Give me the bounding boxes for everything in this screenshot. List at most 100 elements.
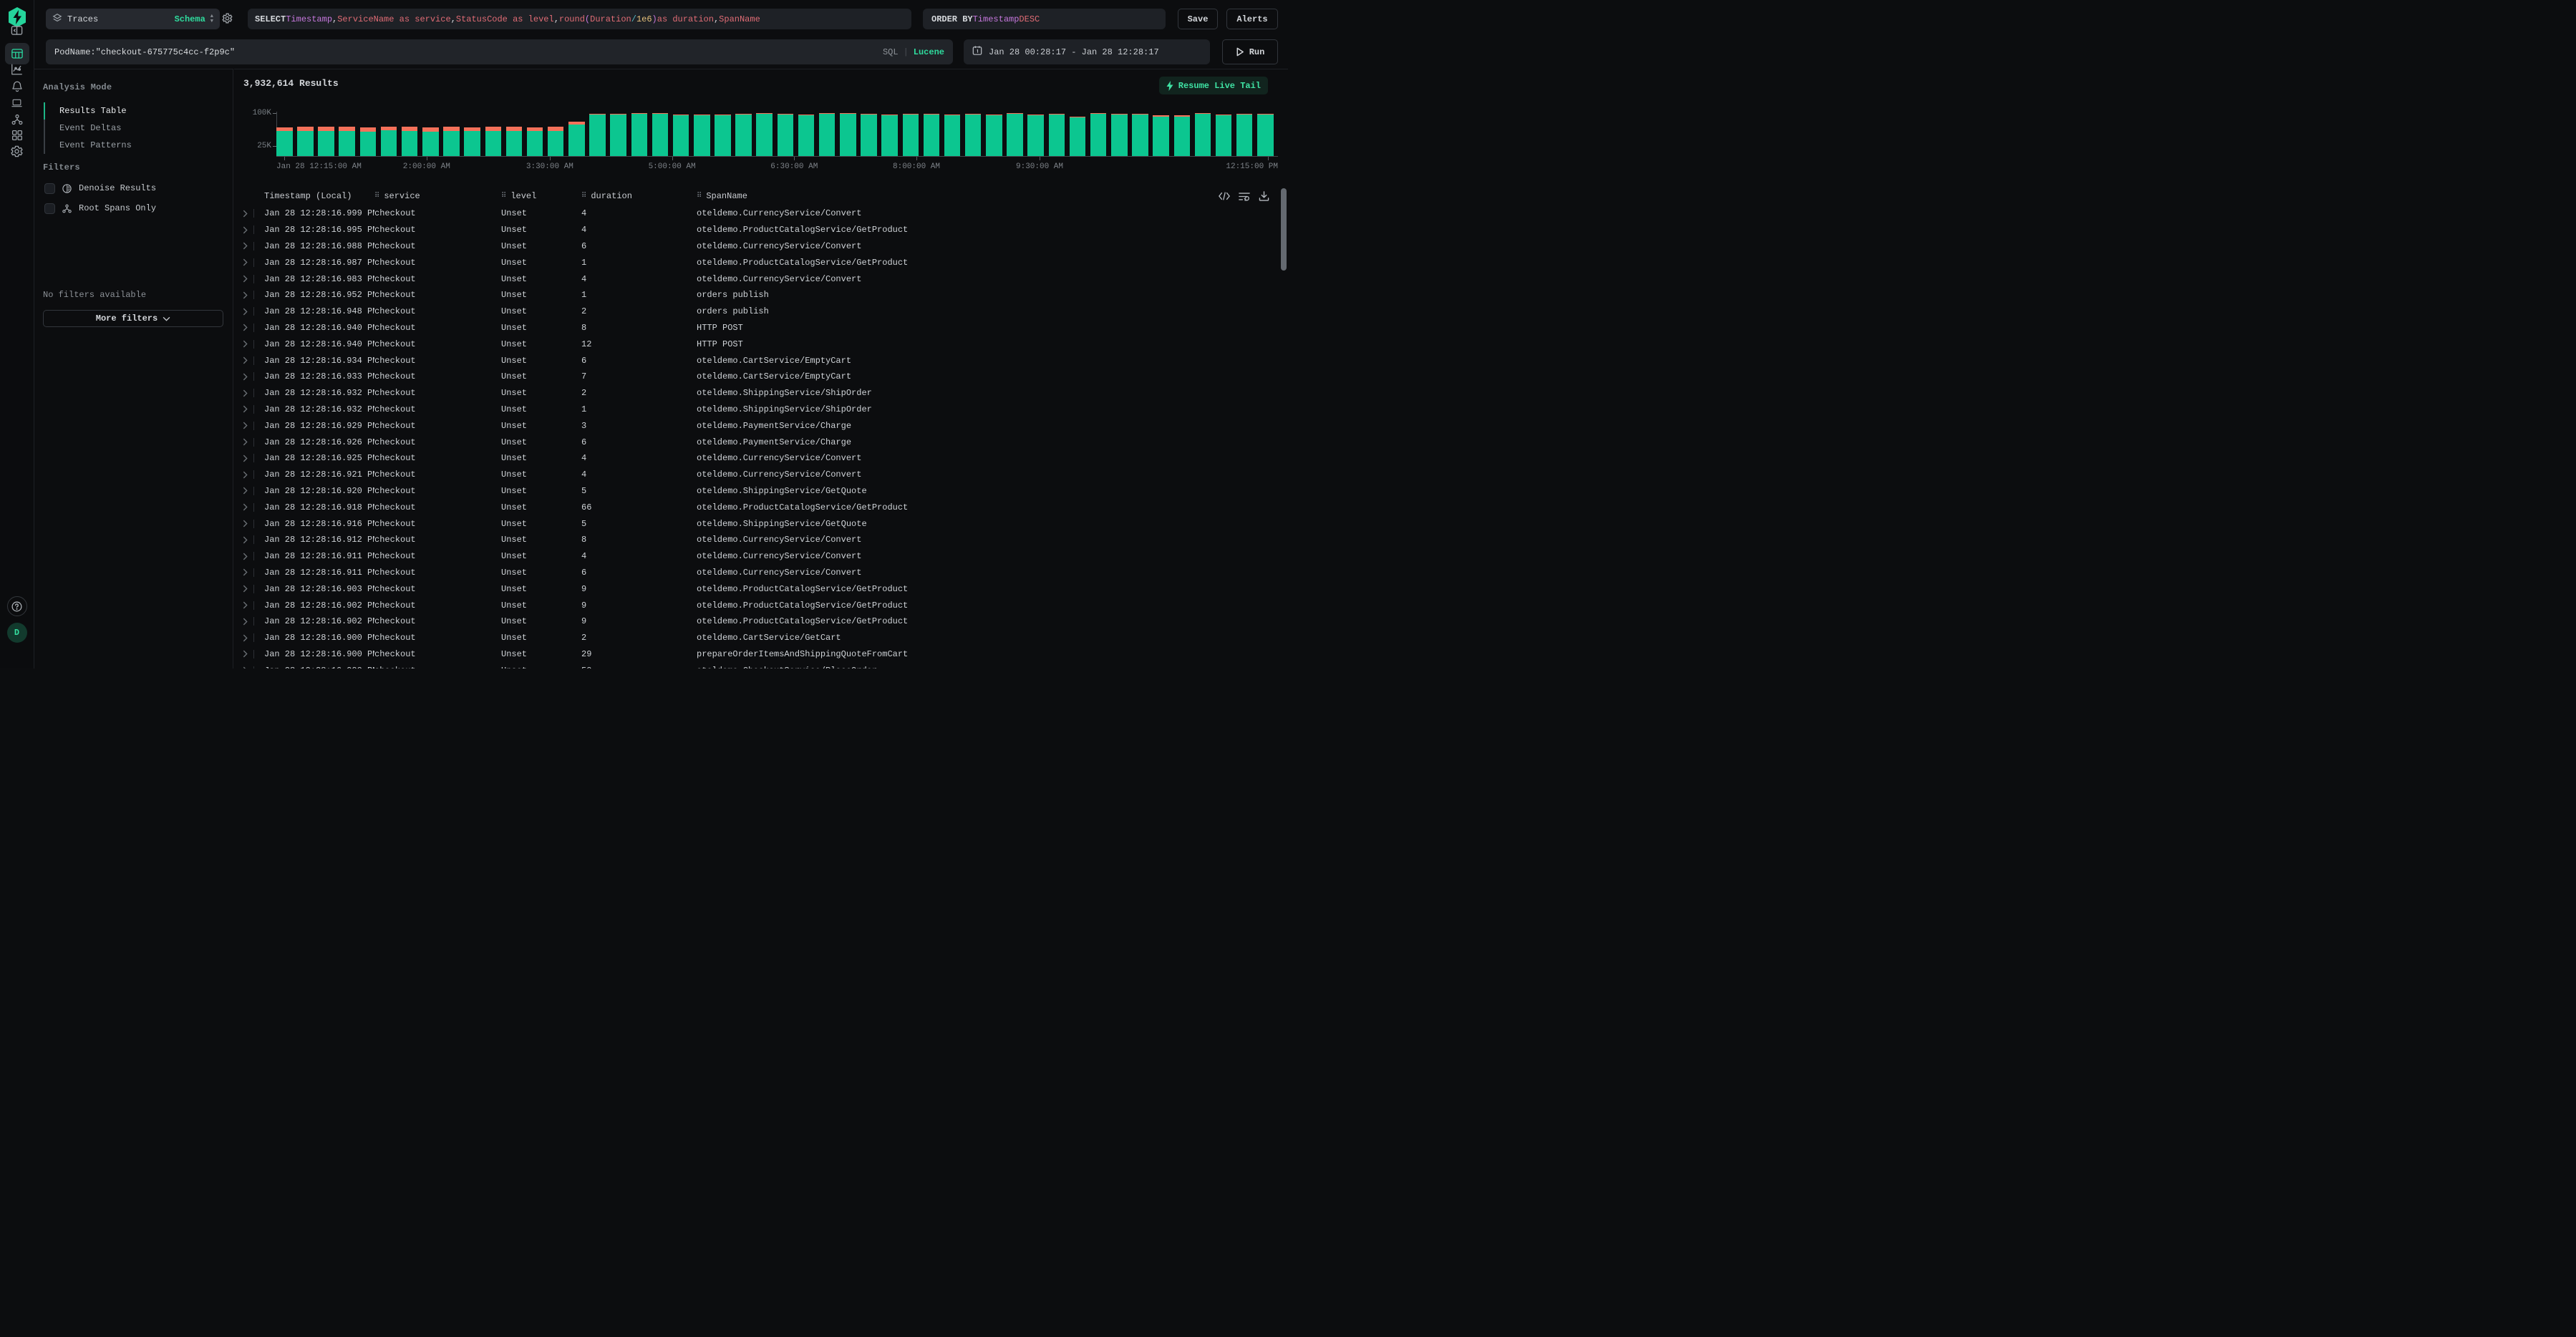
chart-bar-ok[interactable]: [402, 131, 418, 156]
table-row[interactable]: Jan 28 12:28:16.933 PMcheckoutUnset7otel…: [234, 369, 1278, 385]
chart-bar-ok[interactable]: [485, 131, 502, 156]
row-expand-chevron-icon[interactable]: [243, 389, 248, 397]
chart-bar-error[interactable]: [360, 127, 377, 132]
chart-bar-ok[interactable]: [1090, 114, 1107, 156]
checkbox[interactable]: [44, 203, 55, 214]
row-expand-chevron-icon[interactable]: [243, 373, 248, 381]
chart-bar-ok[interactable]: [861, 115, 877, 156]
filter-toggle-root-spans-only[interactable]: Root Spans Only: [44, 201, 156, 215]
chart-bar-error[interactable]: [610, 114, 626, 115]
chart-bar-error[interactable]: [778, 114, 794, 115]
save-button[interactable]: Save: [1178, 9, 1218, 29]
help-button[interactable]: [0, 596, 34, 616]
column-header-spanname[interactable]: ⠿SpanName: [697, 191, 1278, 201]
table-row[interactable]: Jan 28 12:28:16.902 PMcheckoutUnset9otel…: [234, 613, 1278, 630]
source-settings-gear-icon[interactable]: [221, 12, 233, 27]
chart-bar-ok[interactable]: [1070, 117, 1086, 156]
analysis-mode-results-table[interactable]: Results Table: [44, 102, 226, 120]
chart-bar-error[interactable]: [903, 114, 919, 115]
filter-toggle-denoise-results[interactable]: Denoise Results: [44, 181, 156, 195]
row-expand-chevron-icon[interactable]: [243, 553, 248, 560]
chart-bar-ok[interactable]: [840, 114, 856, 156]
table-row[interactable]: Jan 28 12:28:16.995 PMcheckoutUnset4otel…: [234, 222, 1278, 238]
chart-bar-error[interactable]: [297, 127, 314, 131]
chart-bar-ok[interactable]: [297, 131, 314, 156]
row-expand-chevron-icon[interactable]: [243, 536, 248, 544]
chart-bar-ok[interactable]: [881, 115, 898, 156]
chart-bar-error[interactable]: [318, 127, 334, 131]
row-expand-chevron-icon[interactable]: [243, 471, 248, 479]
chart-bar-error[interactable]: [422, 127, 439, 132]
chart-bar-ok[interactable]: [1195, 114, 1211, 156]
user-avatar[interactable]: D: [0, 623, 34, 643]
chart-bar-ok[interactable]: [1132, 115, 1148, 156]
row-expand-chevron-icon[interactable]: [243, 242, 248, 250]
table-row[interactable]: Jan 28 12:28:16.988 PMcheckoutUnset6otel…: [234, 238, 1278, 255]
search-explorer-icon[interactable]: [0, 43, 34, 64]
row-expand-chevron-icon[interactable]: [243, 454, 248, 462]
chart-bar-error[interactable]: [464, 127, 480, 132]
column-header-level[interactable]: ⠿level: [501, 191, 581, 201]
settings-gear-icon[interactable]: [0, 145, 34, 158]
chart-bar-ok[interactable]: [944, 115, 961, 156]
row-expand-chevron-icon[interactable]: [243, 618, 248, 626]
row-expand-chevron-icon[interactable]: [243, 520, 248, 527]
chart-bar-error[interactable]: [1236, 114, 1253, 115]
chart-bar-ok[interactable]: [548, 131, 564, 156]
table-row[interactable]: Jan 28 12:28:16.999 PMcheckoutUnset4otel…: [234, 205, 1278, 222]
row-expand-chevron-icon[interactable]: [243, 356, 248, 364]
chart-bar-ok[interactable]: [276, 131, 293, 156]
source-selector[interactable]: Traces Schema ▲▼: [46, 9, 220, 29]
date-range-picker[interactable]: Jan 28 00:28:17 - Jan 28 12:28:17: [964, 39, 1210, 64]
chart-bar-error[interactable]: [443, 127, 460, 131]
chart-bar-error[interactable]: [276, 127, 293, 132]
chart-bar-ok[interactable]: [318, 131, 334, 156]
table-row[interactable]: Jan 28 12:28:16.932 PMcheckoutUnset2otel…: [234, 385, 1278, 402]
schema-label[interactable]: Schema: [175, 14, 205, 24]
row-expand-chevron-icon[interactable]: [243, 226, 248, 234]
chart-bar-error[interactable]: [339, 127, 355, 131]
analysis-mode-event-deltas[interactable]: Event Deltas: [44, 120, 226, 137]
column-drag-handle-icon[interactable]: ⠿: [501, 192, 506, 200]
row-expand-chevron-icon[interactable]: [243, 503, 248, 511]
chart-bar-error[interactable]: [1195, 113, 1211, 114]
column-header-timestamp-local-[interactable]: Timestamp (Local): [264, 191, 374, 201]
chart-bar-error[interactable]: [402, 127, 418, 131]
chart-bar-ok[interactable]: [1174, 117, 1191, 157]
chart-bar-error[interactable]: [1090, 113, 1107, 114]
chart-bar-error[interactable]: [861, 114, 877, 115]
column-drag-handle-icon[interactable]: ⠿: [581, 192, 586, 200]
chart-bar-error[interactable]: [840, 113, 856, 114]
table-row[interactable]: Jan 28 12:28:16.925 PMcheckoutUnset4otel…: [234, 450, 1278, 467]
chart-bar-ok[interactable]: [735, 115, 752, 156]
table-row[interactable]: Jan 28 12:28:16.948 PMcheckoutUnset2orde…: [234, 303, 1278, 320]
chart-bar-error[interactable]: [735, 114, 752, 115]
table-row[interactable]: Jan 28 12:28:16.952 PMcheckoutUnset1orde…: [234, 287, 1278, 303]
chart-bar-ok[interactable]: [986, 115, 1002, 156]
column-header-service[interactable]: ⠿service: [374, 191, 501, 201]
chart-bar-ok[interactable]: [652, 114, 669, 156]
chart-bar-error[interactable]: [631, 113, 648, 114]
dashboards-grid-icon[interactable]: [0, 129, 34, 142]
chart-bar-ok[interactable]: [568, 125, 585, 156]
sessions-laptop-icon[interactable]: [0, 97, 34, 109]
text-wrap-icon[interactable]: [1239, 192, 1250, 201]
chart-bar-error[interactable]: [485, 127, 502, 131]
table-row[interactable]: Jan 28 12:28:16.920 PMcheckoutUnset5otel…: [234, 483, 1278, 500]
chart-bar-ok[interactable]: [1049, 115, 1065, 156]
table-row[interactable]: Jan 28 12:28:16.929 PMcheckoutUnset3otel…: [234, 417, 1278, 434]
table-row[interactable]: Jan 28 12:28:16.902 PMcheckoutUnset9otel…: [234, 597, 1278, 613]
download-icon[interactable]: [1259, 191, 1269, 201]
chart-bar-error[interactable]: [381, 127, 397, 130]
chart-bar-error[interactable]: [589, 114, 606, 115]
row-expand-chevron-icon[interactable]: [243, 666, 248, 668]
sidebar-collapse-icon[interactable]: [0, 24, 34, 37]
chart-bar-ok[interactable]: [360, 132, 377, 156]
chart-bar-ok[interactable]: [1236, 115, 1253, 156]
table-row[interactable]: Jan 28 12:28:16.940 PMcheckoutUnset12HTT…: [234, 336, 1278, 352]
row-expand-chevron-icon[interactable]: [243, 634, 248, 642]
chart-bar-error[interactable]: [1111, 114, 1128, 115]
chart-bar-error[interactable]: [756, 113, 773, 114]
chart-bar-ok[interactable]: [610, 115, 626, 156]
row-expand-chevron-icon[interactable]: [243, 308, 248, 316]
